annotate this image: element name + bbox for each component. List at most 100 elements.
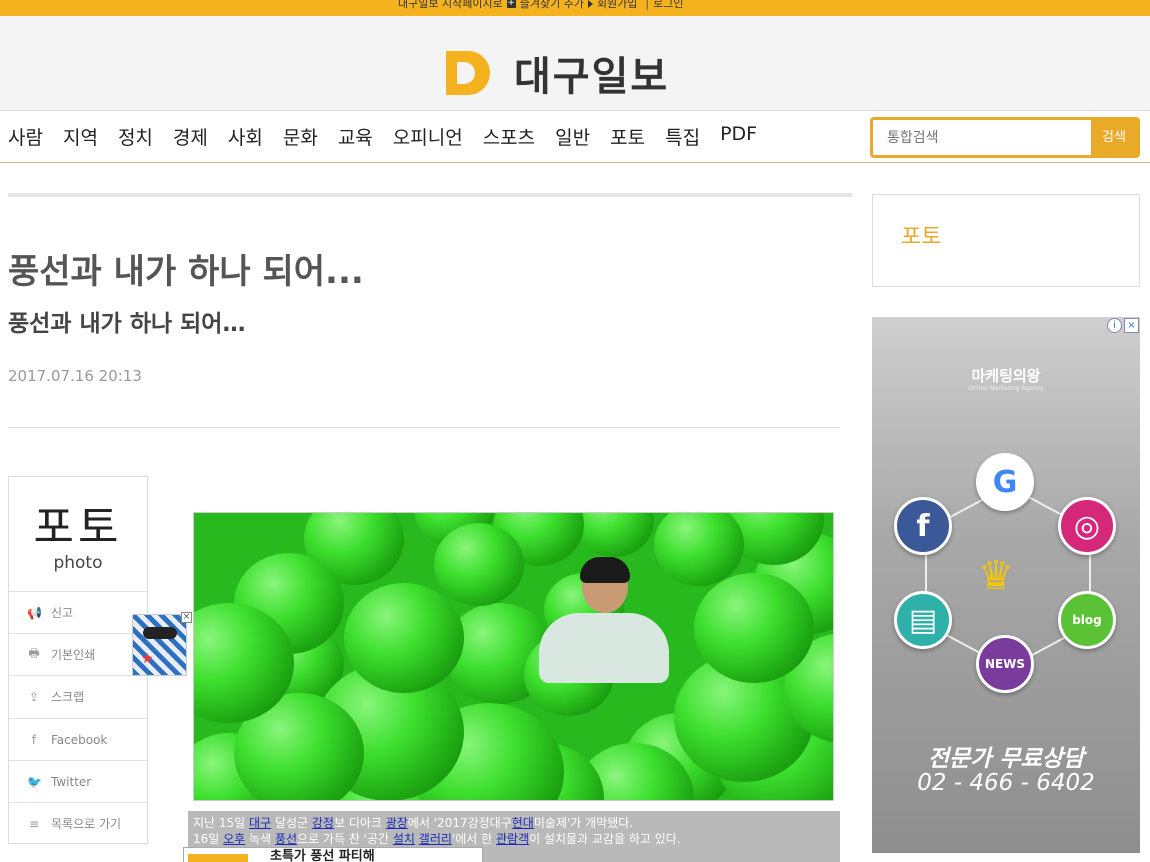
share-action[interactable]: ≡ 목록으로 가기: [9, 802, 147, 844]
balloon-shape: [694, 573, 814, 684]
ad-close-icon[interactable]: ×: [1124, 318, 1139, 333]
site-name: 대구일보: [514, 54, 670, 100]
floating-ad-banner[interactable]: ★ ×: [132, 612, 192, 676]
search-box: 검색: [870, 117, 1140, 158]
category-subtitle: photo: [53, 553, 103, 573]
caption-line-2: 16일 오후 녹색 풍선으로 가득 찬 '공간 설치 갤러리'에서 한 관람객이…: [193, 831, 840, 847]
article-subheadline: 풍선과 내가 하나 되어…: [8, 311, 246, 337]
caption-keyword-link[interactable]: 풍선: [275, 832, 297, 846]
sidebar-section-label[interactable]: 포토: [901, 219, 941, 251]
share-action[interactable]: 🖶 기본인쇄: [9, 633, 147, 675]
article-divider: [8, 427, 840, 428]
share-action-label: 기본인쇄: [51, 648, 96, 662]
ad-phone: 02 - 466 - 6402: [917, 770, 1095, 796]
page: 대구일보 시작페이지로 + 즐겨찾기 추가 회원가입 | 로그인 대구일보 사람…: [0, 0, 1150, 862]
sidebar-section-box: 포토: [872, 194, 1140, 287]
nav-item[interactable]: 경제: [173, 123, 208, 150]
facebook-logo-icon: f: [894, 497, 952, 555]
caption-text: 달성군: [271, 816, 312, 830]
signup-link[interactable]: 회원가입: [597, 0, 637, 9]
caption-keyword-link[interactable]: 현대: [512, 816, 534, 830]
nav-list: 사람 지역 정치 경제 사회 문화 교육 오피니언 스포츠 일반 포토 특집 PDF: [8, 123, 777, 150]
share-action[interactable]: 🐦 Twitter: [9, 760, 147, 802]
ad-info-icon[interactable]: i: [1107, 318, 1122, 333]
logo-d-mark: [446, 51, 490, 95]
share-action-label: 목록으로 가기: [51, 817, 122, 831]
nav-item[interactable]: 사람: [8, 123, 43, 150]
caption-keyword-link[interactable]: 설치: [393, 832, 415, 846]
caption-text: 보 디아크: [333, 816, 386, 830]
newspaper-icon: ▤: [894, 591, 952, 649]
share-action-label: Facebook: [51, 732, 108, 747]
main-nav: 사람 지역 정치 경제 사회 문화 교육 오피니언 스포츠 일반 포토 특집 PDF 검색: [0, 111, 1150, 163]
caption-line-1: 지난 15일 대구 달성군 강정보 디아크 광장에서 '2017강정대구현대미술…: [193, 815, 840, 831]
caption-keyword-link[interactable]: 관람객: [496, 832, 529, 846]
article-top-divider: [8, 193, 852, 197]
share-icon: ⇪: [28, 689, 40, 704]
site-header: 대구일보: [0, 16, 1150, 111]
top-utility-bar: 대구일보 시작페이지로 + 즐겨찾기 추가 회원가입 | 로그인: [0, 0, 1150, 16]
sunglasses-image: [143, 627, 177, 639]
list-icon: ≡: [28, 816, 40, 831]
popup-thumbnail: [188, 854, 248, 862]
caption-text: 이 설치물과 교감을 하고 있다.: [529, 832, 681, 846]
ad-brand: 마케팅의왕: [971, 367, 1041, 385]
set-homepage-link[interactable]: 대구일보 시작페이지로: [398, 0, 503, 9]
site-logo[interactable]: 대구일보: [446, 44, 669, 102]
nav-item[interactable]: 사회: [228, 123, 263, 150]
separator: |: [645, 0, 650, 10]
keyword-popup[interactable]: 초특가 풍선 파티해: [183, 847, 483, 862]
login-link[interactable]: 로그인: [653, 0, 683, 9]
nav-item[interactable]: 일반: [555, 123, 590, 150]
nav-item[interactable]: 오피니언: [393, 123, 463, 150]
nav-item[interactable]: 스포츠: [483, 123, 535, 150]
popup-text: 초특가 풍선 파티해: [270, 849, 375, 862]
nav-item[interactable]: 포토: [610, 123, 645, 150]
caption-keyword-link[interactable]: 강정: [312, 816, 334, 830]
share-action[interactable]: 📢 신고: [9, 591, 147, 633]
caption-keyword-link[interactable]: 갤러리: [419, 832, 452, 846]
caption-keyword-link[interactable]: 대구: [249, 816, 271, 830]
person-body: [539, 613, 669, 683]
nav-item[interactable]: 특집: [665, 123, 700, 150]
blog-icon: blog: [1058, 591, 1116, 649]
caption-text: 녹색: [245, 832, 275, 846]
caption-text: 에서 '2017강정대구: [407, 816, 512, 830]
star-icon: ★: [141, 651, 154, 667]
share-action-label: 신고: [51, 606, 74, 620]
sidebar-ad[interactable]: i × 마케팅의왕 Online Marketing Agency ♛ 전문가 …: [872, 317, 1140, 853]
article-headline: 풍선과 내가 하나 되어...: [8, 252, 364, 292]
person-hair: [580, 557, 630, 583]
google-icon: G: [976, 453, 1034, 511]
article-photo: [193, 512, 834, 801]
share-action-label: Twitter: [51, 774, 92, 789]
share-action[interactable]: ⇪ 스크랩: [9, 675, 147, 717]
caption-keyword-link[interactable]: 광장: [386, 816, 408, 830]
nav-item[interactable]: 문화: [283, 123, 318, 150]
news-icon: NEWS: [976, 635, 1034, 693]
megaphone-icon: 📢: [27, 605, 42, 620]
ad-cta-title: 전문가 무료상담: [927, 746, 1085, 772]
nav-item[interactable]: 지역: [63, 123, 98, 150]
balloon-shape: [344, 583, 464, 694]
nav-item[interactable]: 정치: [118, 123, 153, 150]
nav-item[interactable]: PDF: [720, 123, 757, 150]
instagram-icon: ◎: [1058, 497, 1116, 555]
balloon-shape: [434, 523, 524, 606]
balloon-shape: [654, 513, 744, 586]
share-panel: 포토 photo 📢 신고 🖶 기본인쇄 ⇪ 스크랩 f Facebook 🐦 Twitter ≡ 목…: [8, 476, 148, 844]
arrow-right-icon: [587, 0, 593, 8]
share-action-label: 스크랩: [51, 690, 85, 704]
close-icon[interactable]: ×: [181, 612, 192, 623]
facebook-icon: f: [31, 732, 37, 747]
crown-icon: ♛: [978, 553, 1014, 599]
nav-item[interactable]: 교육: [338, 123, 373, 150]
share-action[interactable]: f Facebook: [9, 718, 147, 760]
twitter-icon: 🐦: [27, 774, 42, 789]
search-input[interactable]: [879, 123, 1089, 152]
plus-icon: +: [506, 0, 516, 8]
search-button[interactable]: 검색: [1091, 120, 1137, 155]
printer-icon: 🖶: [28, 646, 40, 660]
add-favorite-link[interactable]: 즐겨찾기 추가: [520, 0, 584, 9]
caption-keyword-link[interactable]: 오후: [223, 832, 245, 846]
